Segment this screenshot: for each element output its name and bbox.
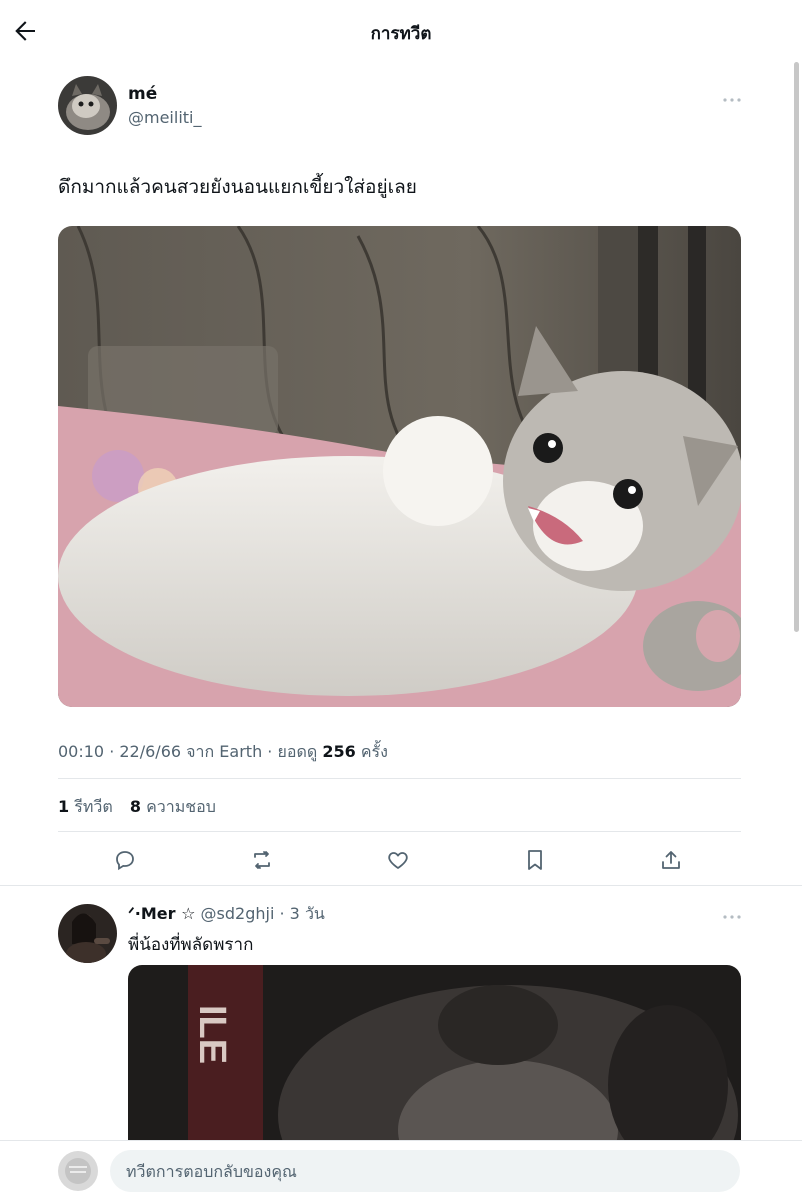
source-prefix: จาก (186, 742, 215, 761)
tweet-metadata: 00:10 · 22/6/66 จาก Earth · ยอดดู 256 คร… (58, 742, 388, 761)
avatar[interactable] (58, 76, 117, 135)
views-count: 256 (322, 742, 356, 761)
more-icon[interactable] (721, 90, 743, 102)
author-handle[interactable]: @meiliti_ (128, 108, 201, 127)
divider (0, 885, 802, 886)
share-icon[interactable] (659, 848, 683, 872)
retweets-label: รีทวีต (74, 797, 113, 816)
views-label: ยอดดู (277, 742, 318, 761)
retweet-icon[interactable] (250, 848, 274, 872)
tweet-date[interactable]: 22/6/66 (119, 742, 181, 761)
scrollbar[interactable] (794, 62, 799, 632)
reply-author-name[interactable]: ᐟ·Mer ☆ (128, 904, 195, 923)
divider (58, 778, 741, 779)
likes-label: ความชอบ (146, 797, 216, 816)
reply-avatar[interactable] (58, 904, 117, 963)
tweet-time[interactable]: 00:10 (58, 742, 104, 761)
top-bar: การทวีต (0, 0, 802, 62)
like-icon[interactable] (386, 848, 410, 872)
likes-count: 8 (129, 797, 141, 816)
tweet-text: ดึกมากแล้วคนสวยยังนอนแยกเขี้ยวใส่อยู่เลย (58, 176, 417, 198)
reply-icon[interactable] (113, 848, 137, 872)
page-title: การทวีต (370, 24, 432, 44)
reply-author-handle[interactable]: @sd2ghji (201, 904, 275, 923)
retweets-count: 1 (58, 797, 70, 816)
reply-photo[interactable]: ILE (128, 965, 741, 1145)
reply-composer (0, 1140, 802, 1201)
reply-header: ᐟ·Mer ☆ @sd2ghji · 3 วัน (128, 904, 325, 923)
divider (58, 831, 741, 832)
likes-stat[interactable]: 8 ความชอบ (130, 797, 216, 816)
reply-text: พี่น้องที่พลัดพราก (128, 935, 254, 955)
bookmark-icon[interactable] (523, 848, 547, 872)
reply-time[interactable]: 3 วัน (290, 904, 325, 923)
more-icon[interactable] (721, 907, 743, 919)
tweet-photo[interactable] (58, 226, 741, 707)
tweet-stats: 1 รีทวีต 8 ความชอบ (58, 795, 228, 820)
tweet-source: Earth (219, 742, 263, 761)
author-name[interactable]: mé (128, 84, 157, 104)
user-avatar[interactable] (58, 1151, 98, 1191)
retweets-stat[interactable]: 1 รีทวีต (58, 797, 113, 816)
reply-media-text: ILE (191, 1005, 233, 1064)
views-unit: ครั้ง (360, 742, 388, 761)
reply-input[interactable] (110, 1150, 740, 1192)
